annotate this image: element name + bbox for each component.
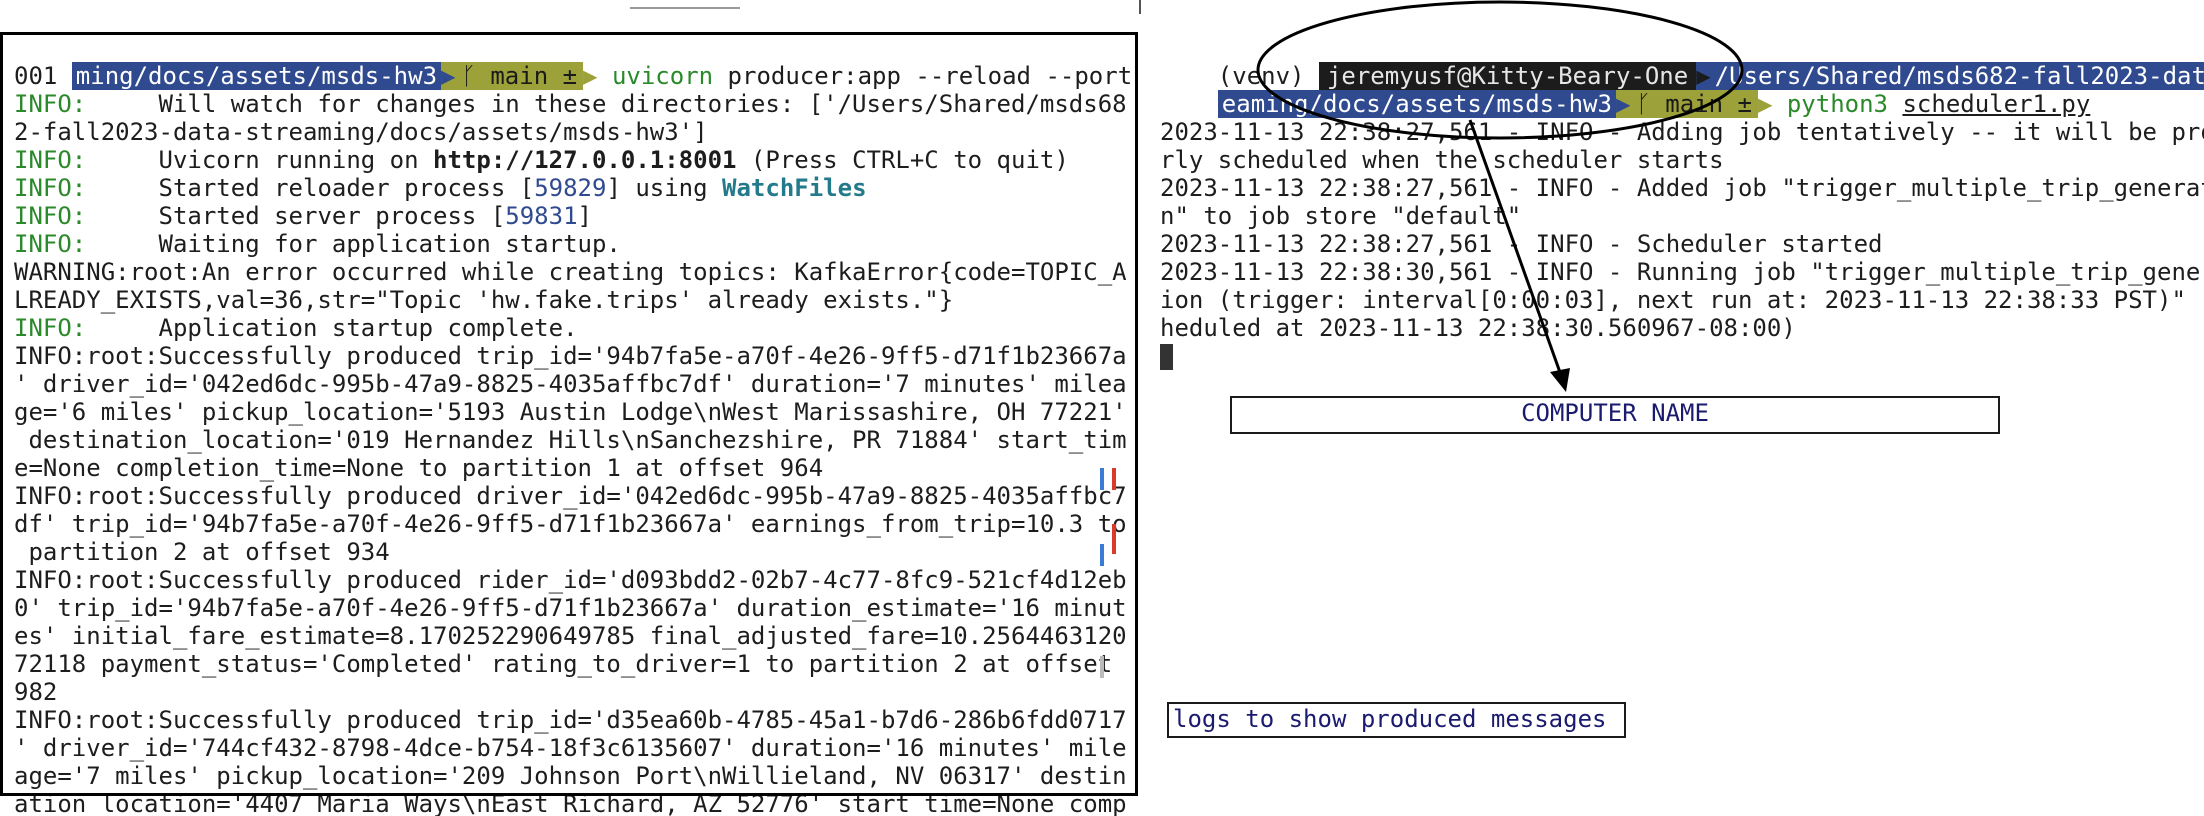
prompt-line-bottom: eaming/docs/assets/msds-hw3 ▶ ᚴ main ± ▶ py… [1160, 62, 2090, 118]
scroll-mark [1112, 524, 1116, 554]
logs-label: logs to show produced messages [1167, 702, 1626, 738]
git-branch-label: main ± [1665, 90, 1752, 118]
log-line: 2023-11-13 22:38:27,561 - INFO - Adding … [1160, 118, 2204, 146]
prompt-line-top: (venv) jeremyusf@Kitty-Beary-One ▶/Users/… [1160, 34, 2204, 90]
prompt-separator-icon: ▶ [1615, 90, 1631, 118]
git-branch-icon: ᚴ [1636, 90, 1666, 118]
log-line: rly scheduled when the scheduler starts [1160, 146, 1724, 174]
log-line: 2023-11-13 22:38:27,561 - INFO - Added j… [1160, 174, 2204, 202]
log-line: heduled at 2023-11-13 22:38:30.560967-08… [1160, 314, 1796, 342]
terminal-cursor [1160, 344, 1173, 370]
scroll-mark [1100, 544, 1104, 566]
scroll-mark [1100, 468, 1104, 490]
log-line: n" to job store "default" [1160, 202, 1522, 230]
git-branch: ᚴ main ± [1630, 90, 1758, 118]
prompt-end-icon: ▶ [1757, 90, 1773, 118]
cursor-line[interactable] [1160, 342, 1173, 370]
log-line: 2023-11-13 22:38:30,561 - INFO - Running… [1160, 258, 2204, 286]
command-file: scheduler1.py [1902, 90, 2091, 118]
producer-highlight-box [0, 32, 1138, 796]
command-program: python3 [1786, 90, 1889, 118]
prompt-path-bottom: eaming/docs/assets/msds-hw3 [1217, 90, 1616, 118]
computer-name-label: COMPUTER NAME [1230, 396, 2000, 434]
log-line: 2023-11-13 22:38:27,561 - INFO - Schedul… [1160, 230, 1883, 258]
scrollbar-thumb[interactable] [1100, 656, 1104, 678]
log-line: ion (trigger: interval[0:00:03], next ru… [1160, 286, 2204, 314]
scroll-mark [1112, 468, 1116, 490]
